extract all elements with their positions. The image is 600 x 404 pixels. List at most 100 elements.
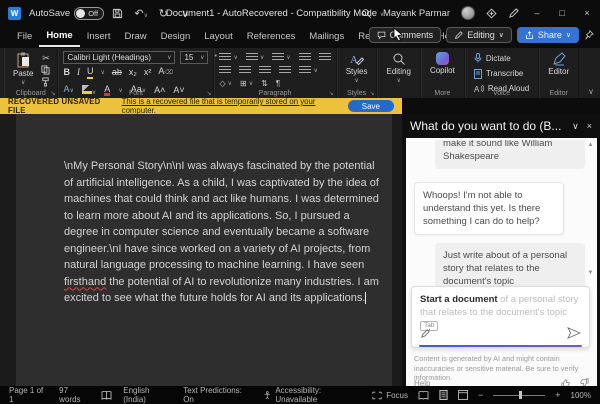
clear-formatting-button[interactable]: A⌫ xyxy=(158,66,173,79)
document-page[interactable]: \nMy Personal Story\n\nI was always fasc… xyxy=(16,114,392,386)
underline-dropdown-icon[interactable]: ∨ xyxy=(100,69,104,76)
copilot-input-box[interactable]: Start a document of a personal story tha… xyxy=(411,286,590,348)
show-paragraph-marks-button[interactable]: ¶ xyxy=(276,79,280,88)
thumbs-up-icon[interactable] xyxy=(561,378,571,386)
scroll-down-icon[interactable]: ▼ xyxy=(587,270,594,276)
recovered-file-link[interactable]: This is a recovered file that is tempora… xyxy=(122,97,342,115)
panel-footer: Help xyxy=(414,378,589,386)
sort-button[interactable]: ⇅ xyxy=(261,79,268,88)
font-size-combo[interactable]: 15∨ xyxy=(180,51,208,64)
language-indicator[interactable]: English (India) xyxy=(123,386,172,404)
thumbs-down-icon[interactable] xyxy=(579,378,589,386)
chat-scrollbar[interactable]: ▲ ▼ xyxy=(587,142,594,276)
zoom-level[interactable]: 100% xyxy=(571,391,591,400)
zoom-slider-thumb[interactable] xyxy=(519,391,522,399)
read-mode-button[interactable] xyxy=(418,391,429,400)
shading-button[interactable]: ◇∨ xyxy=(219,79,232,88)
zoom-slider[interactable] xyxy=(493,395,545,396)
scroll-up-icon[interactable]: ▲ xyxy=(587,142,594,148)
editing-button[interactable]: Editing ∨ xyxy=(382,51,414,85)
bold-button[interactable]: B xyxy=(63,67,70,78)
document-body-part1: \nMy Personal Story\n\nI was always fasc… xyxy=(64,160,379,271)
superscript-button[interactable]: x² xyxy=(144,67,152,78)
proofing-icon[interactable] xyxy=(101,391,112,400)
multilevel-list-button[interactable]: ∨ xyxy=(272,53,290,62)
bullets-button[interactable]: ∨ xyxy=(219,53,237,62)
word-logo-icon: W xyxy=(8,7,21,20)
zoom-in-button[interactable]: + xyxy=(555,390,560,400)
tab-mailings[interactable]: Mailings xyxy=(302,28,351,46)
tab-file[interactable]: File xyxy=(10,28,39,46)
comments-button[interactable]: Comments xyxy=(369,27,442,43)
cut-icon[interactable]: ✂ xyxy=(41,53,50,63)
align-left-button[interactable] xyxy=(219,66,231,75)
share-button[interactable]: Share∨ xyxy=(517,27,579,43)
rewrite-pen-icon[interactable] xyxy=(420,328,431,339)
focus-button[interactable]: Focus xyxy=(372,391,408,400)
italic-button[interactable]: I xyxy=(77,67,80,78)
autosave-control[interactable]: AutoSave Off xyxy=(29,7,104,20)
editor-button[interactable]: Editor xyxy=(544,51,573,77)
format-painter-icon[interactable] xyxy=(41,77,50,87)
help-link[interactable]: Help xyxy=(414,379,430,387)
line-spacing-button[interactable]: ∨ xyxy=(299,66,317,75)
minimize-button[interactable]: – xyxy=(530,8,544,18)
maximize-button[interactable]: □ xyxy=(555,8,569,18)
styles-dialog-launcher-icon[interactable]: ↘ xyxy=(369,90,374,97)
tab-layout[interactable]: Layout xyxy=(197,28,240,46)
draw-pencil-icon[interactable] xyxy=(508,8,519,19)
send-icon[interactable] xyxy=(567,327,581,339)
strikethrough-button[interactable]: ab xyxy=(112,67,122,78)
zoom-out-button[interactable]: − xyxy=(478,390,483,400)
decrease-indent-button[interactable] xyxy=(299,53,311,62)
undo-icon[interactable]: ↶∨ xyxy=(134,7,148,20)
align-center-button[interactable] xyxy=(239,66,251,75)
close-button[interactable]: × xyxy=(580,8,594,18)
tab-insert[interactable]: Insert xyxy=(80,28,118,46)
copy-icon[interactable] xyxy=(41,65,50,75)
tab-draw[interactable]: Draw xyxy=(117,28,153,46)
pin-icon[interactable] xyxy=(584,30,594,40)
web-layout-button[interactable] xyxy=(458,390,468,400)
save-icon[interactable] xyxy=(112,8,126,19)
save-recovered-button[interactable]: Save xyxy=(348,100,394,112)
document-title[interactable]: Document1 - AutoRecovered - Compatibilit… xyxy=(150,8,400,19)
panel-collapse-icon[interactable]: ∨ xyxy=(572,121,579,132)
increase-indent-button[interactable] xyxy=(319,53,331,62)
numbering-button[interactable]: ∨ xyxy=(246,53,264,62)
text-cursor xyxy=(365,292,366,304)
text-predictions-indicator[interactable]: Text Predictions: On xyxy=(183,386,252,404)
font-name-combo[interactable]: Calibri Light (Headings)∨ xyxy=(63,51,175,64)
transcribe-button[interactable]: Transcribe xyxy=(474,69,529,79)
diamond-icon[interactable] xyxy=(486,8,497,19)
tab-design[interactable]: Design xyxy=(154,28,198,46)
accessibility-indicator[interactable]: Accessibility: Unavailable xyxy=(263,386,361,404)
paragraph-dialog-launcher-icon[interactable]: ↘ xyxy=(329,90,334,97)
editing-mode-button[interactable]: Editing∨ xyxy=(446,27,512,43)
font-dialog-launcher-icon[interactable]: ↘ xyxy=(206,90,211,97)
print-layout-button[interactable] xyxy=(439,390,448,400)
clipboard-dialog-launcher-icon[interactable]: ↘ xyxy=(50,90,55,97)
subscript-button[interactable]: x₂ xyxy=(129,67,137,78)
justify-button[interactable] xyxy=(279,66,291,75)
align-right-button[interactable] xyxy=(259,66,271,75)
dictate-button[interactable]: Dictate xyxy=(474,53,529,63)
misspelled-word[interactable]: firsthand xyxy=(64,276,106,288)
word-count[interactable]: 97 words xyxy=(59,386,90,404)
copilot-button[interactable]: Copilot xyxy=(426,51,459,76)
tab-references[interactable]: References xyxy=(240,28,303,46)
focus-icon xyxy=(372,391,382,400)
autosave-toggle[interactable]: Off xyxy=(74,7,104,20)
underline-button[interactable]: U xyxy=(87,66,94,79)
tab-home[interactable]: Home xyxy=(39,27,79,47)
collapse-ribbon-icon[interactable]: ∨ xyxy=(588,87,594,96)
paste-button[interactable]: Paste ∨ xyxy=(9,51,37,87)
font-group: Calibri Light (Headings)∨ 15∨ B I U ∨ ab… xyxy=(58,48,214,98)
borders-button[interactable]: ⊞∨ xyxy=(240,79,253,88)
page-indicator[interactable]: Page 1 of 1 xyxy=(9,386,48,404)
panel-close-icon[interactable]: × xyxy=(587,121,592,131)
document-text[interactable]: \nMy Personal Story\n\nI was always fasc… xyxy=(16,114,392,307)
styles-button[interactable]: A Styles ∨ xyxy=(342,51,372,85)
clipboard-icon xyxy=(16,52,30,68)
avatar[interactable] xyxy=(461,6,475,20)
